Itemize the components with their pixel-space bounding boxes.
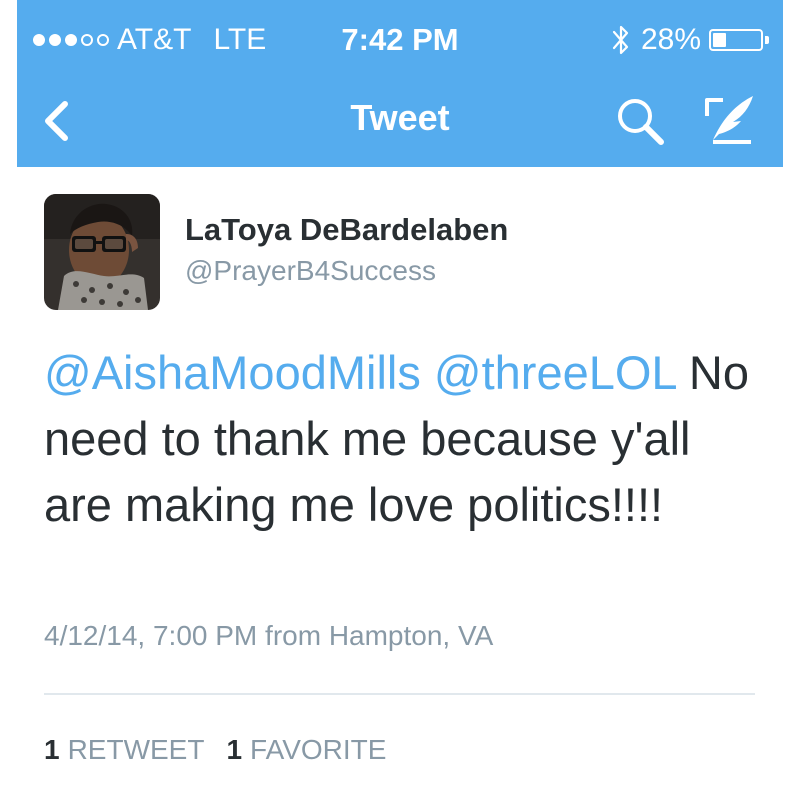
author-name[interactable]: LaToya DeBardelaben: [185, 212, 508, 248]
page-title: Tweet: [350, 97, 450, 138]
compose-icon[interactable]: [703, 90, 759, 148]
author-handle[interactable]: @PrayerB4Success: [185, 255, 436, 287]
battery-percent: 28%: [640, 23, 701, 56]
search-icon[interactable]: [613, 94, 667, 148]
battery-fill: [713, 33, 726, 47]
navigation-bar: Tweet: [17, 76, 783, 167]
mention-link[interactable]: @threeLOL: [434, 346, 676, 399]
tweet-timestamp-location: 4/12/14, 7:00 PM from Hampton, VA: [44, 620, 494, 651]
retweet-count: 1: [44, 734, 60, 765]
favorites-stat[interactable]: 1 FAVORITE: [226, 734, 386, 766]
favorite-count: 1: [226, 734, 243, 765]
app-header: AT&T LTE 7:42 PM 28% Tweet: [17, 0, 783, 167]
retweets-stat[interactable]: 1 RETWEET: [44, 734, 204, 766]
status-bar: AT&T LTE 7:42 PM 28%: [17, 0, 783, 76]
tweet-stats: 1 RETWEET 1 FAVORITE: [44, 734, 386, 766]
retweet-label: RETWEET: [67, 734, 205, 765]
status-right: 28%: [611, 22, 769, 58]
user-avatar[interactable]: [44, 194, 160, 310]
bluetooth-icon: [612, 25, 629, 55]
favorite-label: FAVORITE: [250, 734, 387, 765]
battery-cap: [765, 36, 769, 44]
tweet-text: @AishaMoodMills @threeLOL No need to tha…: [44, 340, 764, 538]
mention-link[interactable]: @AishaMoodMills: [44, 346, 421, 399]
divider: [44, 693, 755, 695]
battery-icon: [709, 29, 763, 51]
